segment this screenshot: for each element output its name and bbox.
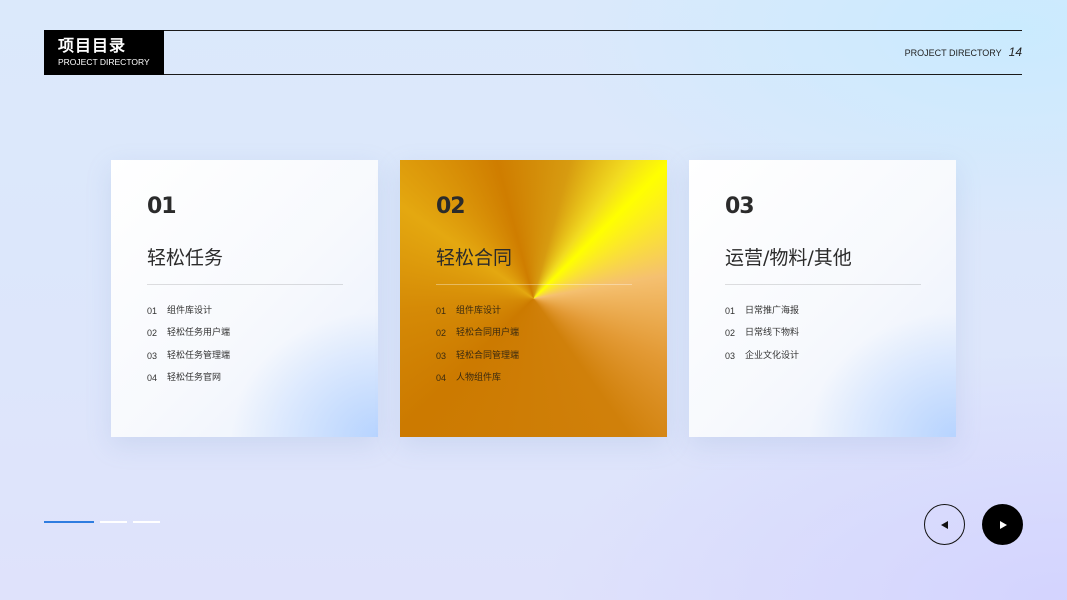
list-item-index: 01: [147, 306, 158, 316]
list-item[interactable]: 03 企业文化设计: [725, 350, 920, 362]
list-item-label: 轻松合同管理端: [456, 350, 520, 361]
next-button[interactable]: [982, 504, 1023, 545]
list-item-index: 01: [436, 306, 447, 316]
header-rule-bottom: [44, 74, 1022, 75]
card-item-list: 01 组件库设计 02 轻松合同用户端 03 轻松合同管理端 04 人物组件库: [436, 305, 631, 384]
card-item-list: 01 组件库设计 02 轻松任务用户端 03 轻松任务管理端 04 轻松任务官网: [147, 305, 342, 384]
list-item-index: 04: [147, 372, 158, 383]
triangle-right-icon: [999, 520, 1007, 529]
list-item-label: 轻松任务管理端: [167, 350, 231, 361]
list-item[interactable]: 03 轻松任务管理端: [147, 350, 342, 362]
page-subtitle: PROJECT DIRECTORY: [58, 57, 150, 67]
card-title: 运营/物料/其他: [725, 247, 852, 269]
card-number: 03: [725, 194, 755, 219]
list-item-label: 组件库设计: [167, 306, 213, 316]
page-title: 项目目录: [58, 36, 127, 55]
card-number: 02: [436, 194, 466, 219]
page-number: 14: [1008, 45, 1022, 59]
list-item-label: 日常线下物料: [745, 328, 800, 339]
list-item[interactable]: 01 组件库设计: [147, 305, 342, 317]
list-item[interactable]: 02 轻松合同用户端: [436, 327, 631, 339]
progress-segment-active[interactable]: [44, 521, 94, 523]
list-item-index: 01: [725, 306, 736, 316]
list-item-label: 轻松任务用户端: [167, 328, 231, 339]
list-item-index: 04: [436, 372, 447, 383]
list-item-index: 02: [147, 328, 158, 339]
list-item-index: 03: [147, 350, 158, 361]
project-card-2[interactable]: 02 轻松合同 01 组件库设计 02 轻松合同用户端 03 轻松合同管理端 04 人物…: [400, 160, 667, 437]
header-section-label: PROJECT DIRECTORY: [904, 48, 1002, 58]
list-item-label: 企业文化设计: [745, 350, 800, 361]
project-card-3[interactable]: 03 运营/物料/其他 01 日常推广海报 02 日常线下物料 03 企业文化设计: [689, 160, 956, 437]
list-item-label: 轻松任务官网: [167, 372, 222, 383]
card-title: 轻松合同: [436, 247, 513, 269]
project-card-1[interactable]: 01 轻松任务 01 组件库设计 02 轻松任务用户端 03 轻松任务管理端 04 轻松…: [111, 160, 378, 437]
progress-segment[interactable]: [133, 521, 160, 523]
list-item-label: 轻松合同用户端: [456, 328, 520, 339]
card-divider: [147, 284, 343, 285]
header-right: PROJECT DIRECTORY 14: [905, 45, 1022, 61]
header-rule-top: [164, 30, 1022, 31]
card-divider: [725, 284, 921, 285]
list-item-index: 03: [725, 350, 736, 361]
list-item[interactable]: 04 人物组件库: [436, 372, 631, 384]
card-number: 01: [147, 194, 177, 219]
previous-button[interactable]: [924, 504, 965, 545]
list-item-label: 人物组件库: [456, 372, 502, 383]
list-item-index: 02: [436, 328, 447, 339]
card-title: 轻松任务: [147, 247, 224, 269]
list-item[interactable]: 04 轻松任务官网: [147, 372, 342, 384]
list-item[interactable]: 02 日常线下物料: [725, 327, 920, 339]
list-item[interactable]: 02 轻松任务用户端: [147, 327, 342, 339]
list-item[interactable]: 01 组件库设计: [436, 305, 631, 317]
list-item[interactable]: 01 日常推广海报: [725, 305, 920, 317]
card-divider: [436, 284, 632, 285]
triangle-left-icon: [940, 520, 948, 529]
page-title-block: 项目目录 PROJECT DIRECTORY: [44, 30, 164, 75]
list-item-label: 日常推广海报: [745, 306, 800, 316]
list-item-index: 02: [725, 328, 736, 339]
list-item-label: 组件库设计: [456, 306, 502, 316]
list-item[interactable]: 03 轻松合同管理端: [436, 350, 631, 362]
progress-segment[interactable]: [100, 521, 127, 523]
page-progress-indicator: [44, 521, 160, 523]
card-item-list: 01 日常推广海报 02 日常线下物料 03 企业文化设计: [725, 305, 920, 362]
list-item-index: 03: [436, 350, 447, 361]
